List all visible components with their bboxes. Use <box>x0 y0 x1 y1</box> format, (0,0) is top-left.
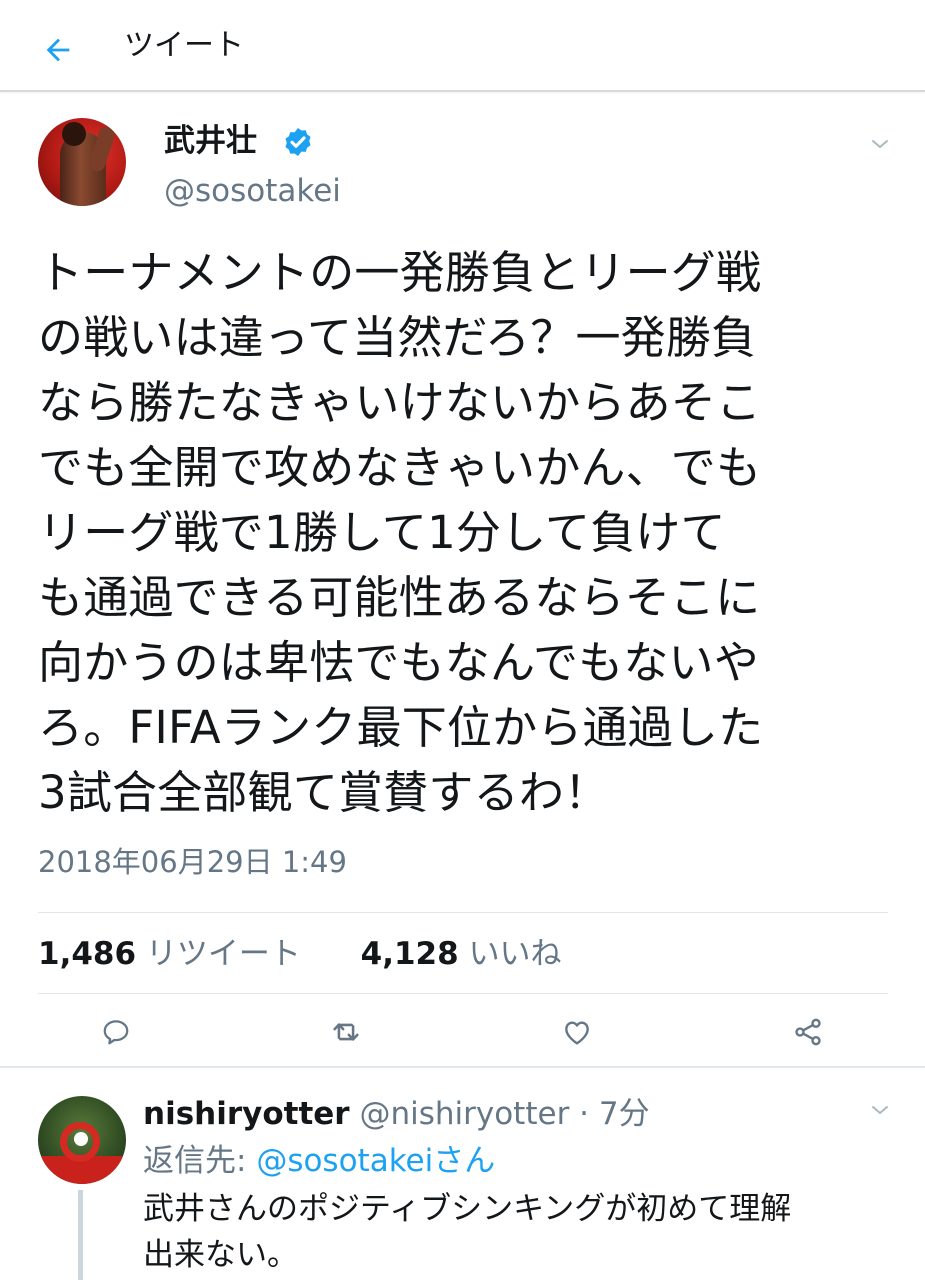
verified-badge-icon <box>285 128 311 156</box>
engagement-stats: 1,486 リツイート 4,128 いいね <box>38 932 562 976</box>
reply-to-mention[interactable]: @sosotakeiさん <box>256 1143 495 1179</box>
author-handle[interactable]: @sosotakei <box>164 170 341 212</box>
page-title: ツイート <box>124 28 244 63</box>
reply-to-prefix: 返信先: <box>143 1143 257 1179</box>
reply-text: 武井さんのポジティブシンキングが初めて理解 出来ない。 <box>143 1191 792 1273</box>
tweet-text: トーナメントの一発勝負とリーグ戦 の戦いは違って当然だろ？一発勝負 なら勝たなき… <box>38 246 764 819</box>
divider <box>38 912 888 913</box>
divider <box>38 993 888 994</box>
reply-author-name[interactable]: nishiryotter <box>143 1096 350 1132</box>
thread-connector <box>78 1190 83 1280</box>
reply-button[interactable] <box>96 1012 136 1052</box>
reply-author: nishiryotter @nishiryotter · 7分 <box>143 1093 650 1135</box>
retweet-label[interactable]: リツイート <box>146 936 301 972</box>
like-button[interactable] <box>557 1012 597 1052</box>
reply-to-line: 返信先: @sosotakeiさん <box>143 1140 495 1182</box>
share-button[interactable] <box>788 1012 828 1052</box>
divider <box>0 1066 925 1068</box>
chevron-down-icon[interactable] <box>868 132 892 156</box>
retweet-icon <box>333 1023 359 1041</box>
avatar[interactable] <box>38 118 126 206</box>
author-name[interactable]: 武井壮 <box>164 120 257 162</box>
avatar[interactable] <box>38 1096 126 1184</box>
retweet-count[interactable]: 1,486 <box>38 936 136 972</box>
retweet-button[interactable] <box>326 1012 366 1052</box>
like-count[interactable]: 4,128 <box>361 936 459 972</box>
reply-icon <box>103 1020 129 1045</box>
tweet-timestamp: 2018年06月29日 1:49 <box>38 845 347 879</box>
arrow-left-icon <box>46 38 70 62</box>
like-label[interactable]: いいね <box>469 936 562 972</box>
heart-icon <box>565 1021 589 1045</box>
reply-handle-meta[interactable]: @nishiryotter · 7分 <box>359 1096 649 1132</box>
share-icon <box>795 1018 821 1046</box>
chevron-down-icon[interactable] <box>868 1098 892 1122</box>
top-app-bar: ツイート <box>0 0 925 92</box>
back-button[interactable] <box>36 28 80 72</box>
